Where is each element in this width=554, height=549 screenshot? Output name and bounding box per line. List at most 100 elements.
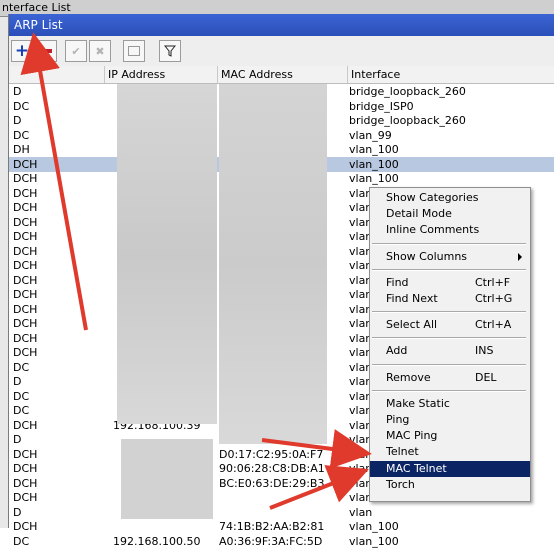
- cell-flags: DCH: [13, 476, 38, 490]
- cell-flags: DCH: [13, 157, 38, 171]
- cell-mac: BC:E0:63:DE:29:B3: [219, 476, 325, 490]
- cell-iface: vlan_100: [349, 520, 399, 533]
- column-header-mac[interactable]: MAC Address: [218, 66, 348, 83]
- menu-item-shortcut: Ctrl+F: [475, 275, 511, 289]
- cell-flags: DCH: [13, 186, 38, 200]
- cell-iface: vlan_100: [349, 534, 399, 548]
- menu-item-shortcut: Ctrl+G: [475, 292, 513, 305]
- cell-flags: DCH: [13, 288, 38, 301]
- plus-icon: +: [14, 40, 30, 61]
- cell-iface: vlan_100: [349, 143, 399, 156]
- cell-ip: 192.168.100.50: [113, 534, 201, 548]
- menu-item-label: Show Categories: [386, 191, 479, 204]
- menu-item-label: Add: [386, 344, 408, 358]
- window-title: ARP List: [14, 18, 63, 32]
- menu-item-find[interactable]: Find Ctrl+F: [370, 275, 530, 291]
- column-header-mac-label: MAC Address: [221, 68, 293, 81]
- menu-item-select-all[interactable]: Select All Ctrl+A: [370, 317, 530, 333]
- table-row[interactable]: DCH 74:1B:B2:AA:B2:81 vlan_100: [9, 519, 554, 534]
- cell-iface: vlan_99: [349, 128, 392, 142]
- menu-item-inline-comments[interactable]: Inline Comments: [370, 222, 530, 238]
- menu-item-make-static[interactable]: Make Static: [370, 396, 530, 412]
- cell-flags: D: [13, 375, 22, 388]
- menu-item-torch[interactable]: Torch: [370, 477, 530, 493]
- redacted-mac-block: [219, 84, 327, 444]
- column-header-flags[interactable]: [9, 66, 105, 83]
- cell-iface: vlan_100: [349, 172, 399, 185]
- x-icon: ✖: [95, 44, 105, 58]
- note-icon: [128, 46, 140, 56]
- comment-button[interactable]: [123, 40, 145, 62]
- column-header-interface-label: Interface: [351, 68, 401, 81]
- menu-item-label: MAC Ping: [386, 429, 438, 443]
- table-row[interactable]: DC 192.168.100.50 A0:36:9F:3A:FC:5D vlan_10…: [9, 534, 554, 549]
- enable-button[interactable]: ✔: [65, 40, 87, 62]
- cell-flags: DCH: [13, 172, 38, 185]
- cell-flags: DCH: [13, 418, 38, 432]
- disable-button[interactable]: ✖: [89, 40, 111, 62]
- cell-flags: DH: [13, 143, 30, 156]
- cell-flags: DCH: [13, 346, 38, 359]
- background-window-edge: [0, 17, 8, 528]
- filter-button[interactable]: [159, 40, 181, 62]
- menu-item-label: Find Next: [386, 292, 438, 305]
- menu-item-find-next[interactable]: Find Next Ctrl+G: [370, 291, 530, 307]
- menu-separator: [372, 311, 526, 314]
- cell-flags: DCH: [13, 317, 38, 330]
- menu-item-shortcut: Ctrl+A: [475, 318, 512, 332]
- table-header: IP Address MAC Address Interface: [9, 66, 554, 84]
- cell-flags: DC: [13, 360, 30, 374]
- menu-item-label: Make Static: [386, 396, 450, 410]
- menu-item-telnet[interactable]: Telnet: [370, 444, 530, 460]
- cell-flags: DC: [13, 389, 30, 403]
- column-header-ip[interactable]: IP Address: [105, 66, 218, 83]
- menu-item-shortcut: DEL: [475, 370, 497, 384]
- menu-item-label: Ping: [386, 413, 410, 426]
- cell-flags: DC: [13, 404, 30, 417]
- cell-flags: DCH: [13, 520, 38, 533]
- menu-item-detail-mode[interactable]: Detail Mode: [370, 206, 530, 222]
- column-header-interface[interactable]: Interface: [348, 66, 554, 83]
- cell-flags: DCH: [13, 331, 38, 345]
- menu-item-show-categories[interactable]: Show Categories: [370, 190, 530, 206]
- cell-flags: DCH: [13, 244, 38, 258]
- cell-flags: DCH: [13, 491, 38, 504]
- menu-item-label: Find: [386, 275, 409, 289]
- menu-item-show-columns[interactable]: Show Columns: [370, 249, 530, 265]
- menu-item-ping[interactable]: Ping: [370, 412, 530, 428]
- cell-mac: A0:36:9F:3A:FC:5D: [219, 534, 323, 548]
- cell-flags: D: [13, 114, 22, 127]
- add-button[interactable]: +: [11, 40, 33, 62]
- cell-flags: D: [13, 85, 22, 98]
- menu-item-label: MAC Telnet: [386, 461, 447, 475]
- menu-separator: [372, 337, 526, 340]
- cell-flags: DC: [13, 534, 30, 548]
- menu-item-mac-telnet[interactable]: MAC Telnet: [370, 460, 530, 477]
- remove-button[interactable]: [35, 40, 57, 62]
- cell-mac: 90:06:28:C8:DB:A1: [219, 462, 325, 475]
- menu-item-remove[interactable]: Remove DEL: [370, 370, 530, 386]
- menu-item-label: Show Columns: [386, 249, 468, 263]
- menu-item-label: Torch: [386, 477, 415, 491]
- menu-item-label: Inline Comments: [386, 223, 480, 237]
- cell-flags: DCH: [13, 259, 38, 272]
- menu-item-mac-ping[interactable]: MAC Ping: [370, 428, 530, 444]
- window-titlebar[interactable]: ARP List: [9, 14, 554, 36]
- background-window-title: nterface List: [2, 1, 71, 14]
- cell-iface: vlan: [349, 505, 373, 519]
- cell-flags: DCH: [13, 462, 38, 475]
- menu-item-add[interactable]: Add INS: [370, 343, 530, 359]
- redacted-ip-block: [117, 84, 217, 424]
- table-row[interactable]: Dvlan: [9, 505, 554, 520]
- cell-flags: D: [13, 505, 22, 519]
- cell-flags: D: [13, 433, 22, 446]
- cell-flags: DC: [13, 99, 30, 113]
- cell-mac: 74:1B:B2:AA:B2:81: [219, 520, 325, 533]
- toolbar: + ✔ ✖: [9, 36, 554, 67]
- redacted-ip-block-lower: [121, 439, 213, 519]
- cell-flags: DCH: [13, 215, 38, 229]
- submenu-arrow-icon: [518, 252, 522, 261]
- minus-icon: [40, 49, 52, 53]
- menu-item-shortcut: INS: [475, 344, 494, 358]
- cell-flags: DCH: [13, 230, 38, 243]
